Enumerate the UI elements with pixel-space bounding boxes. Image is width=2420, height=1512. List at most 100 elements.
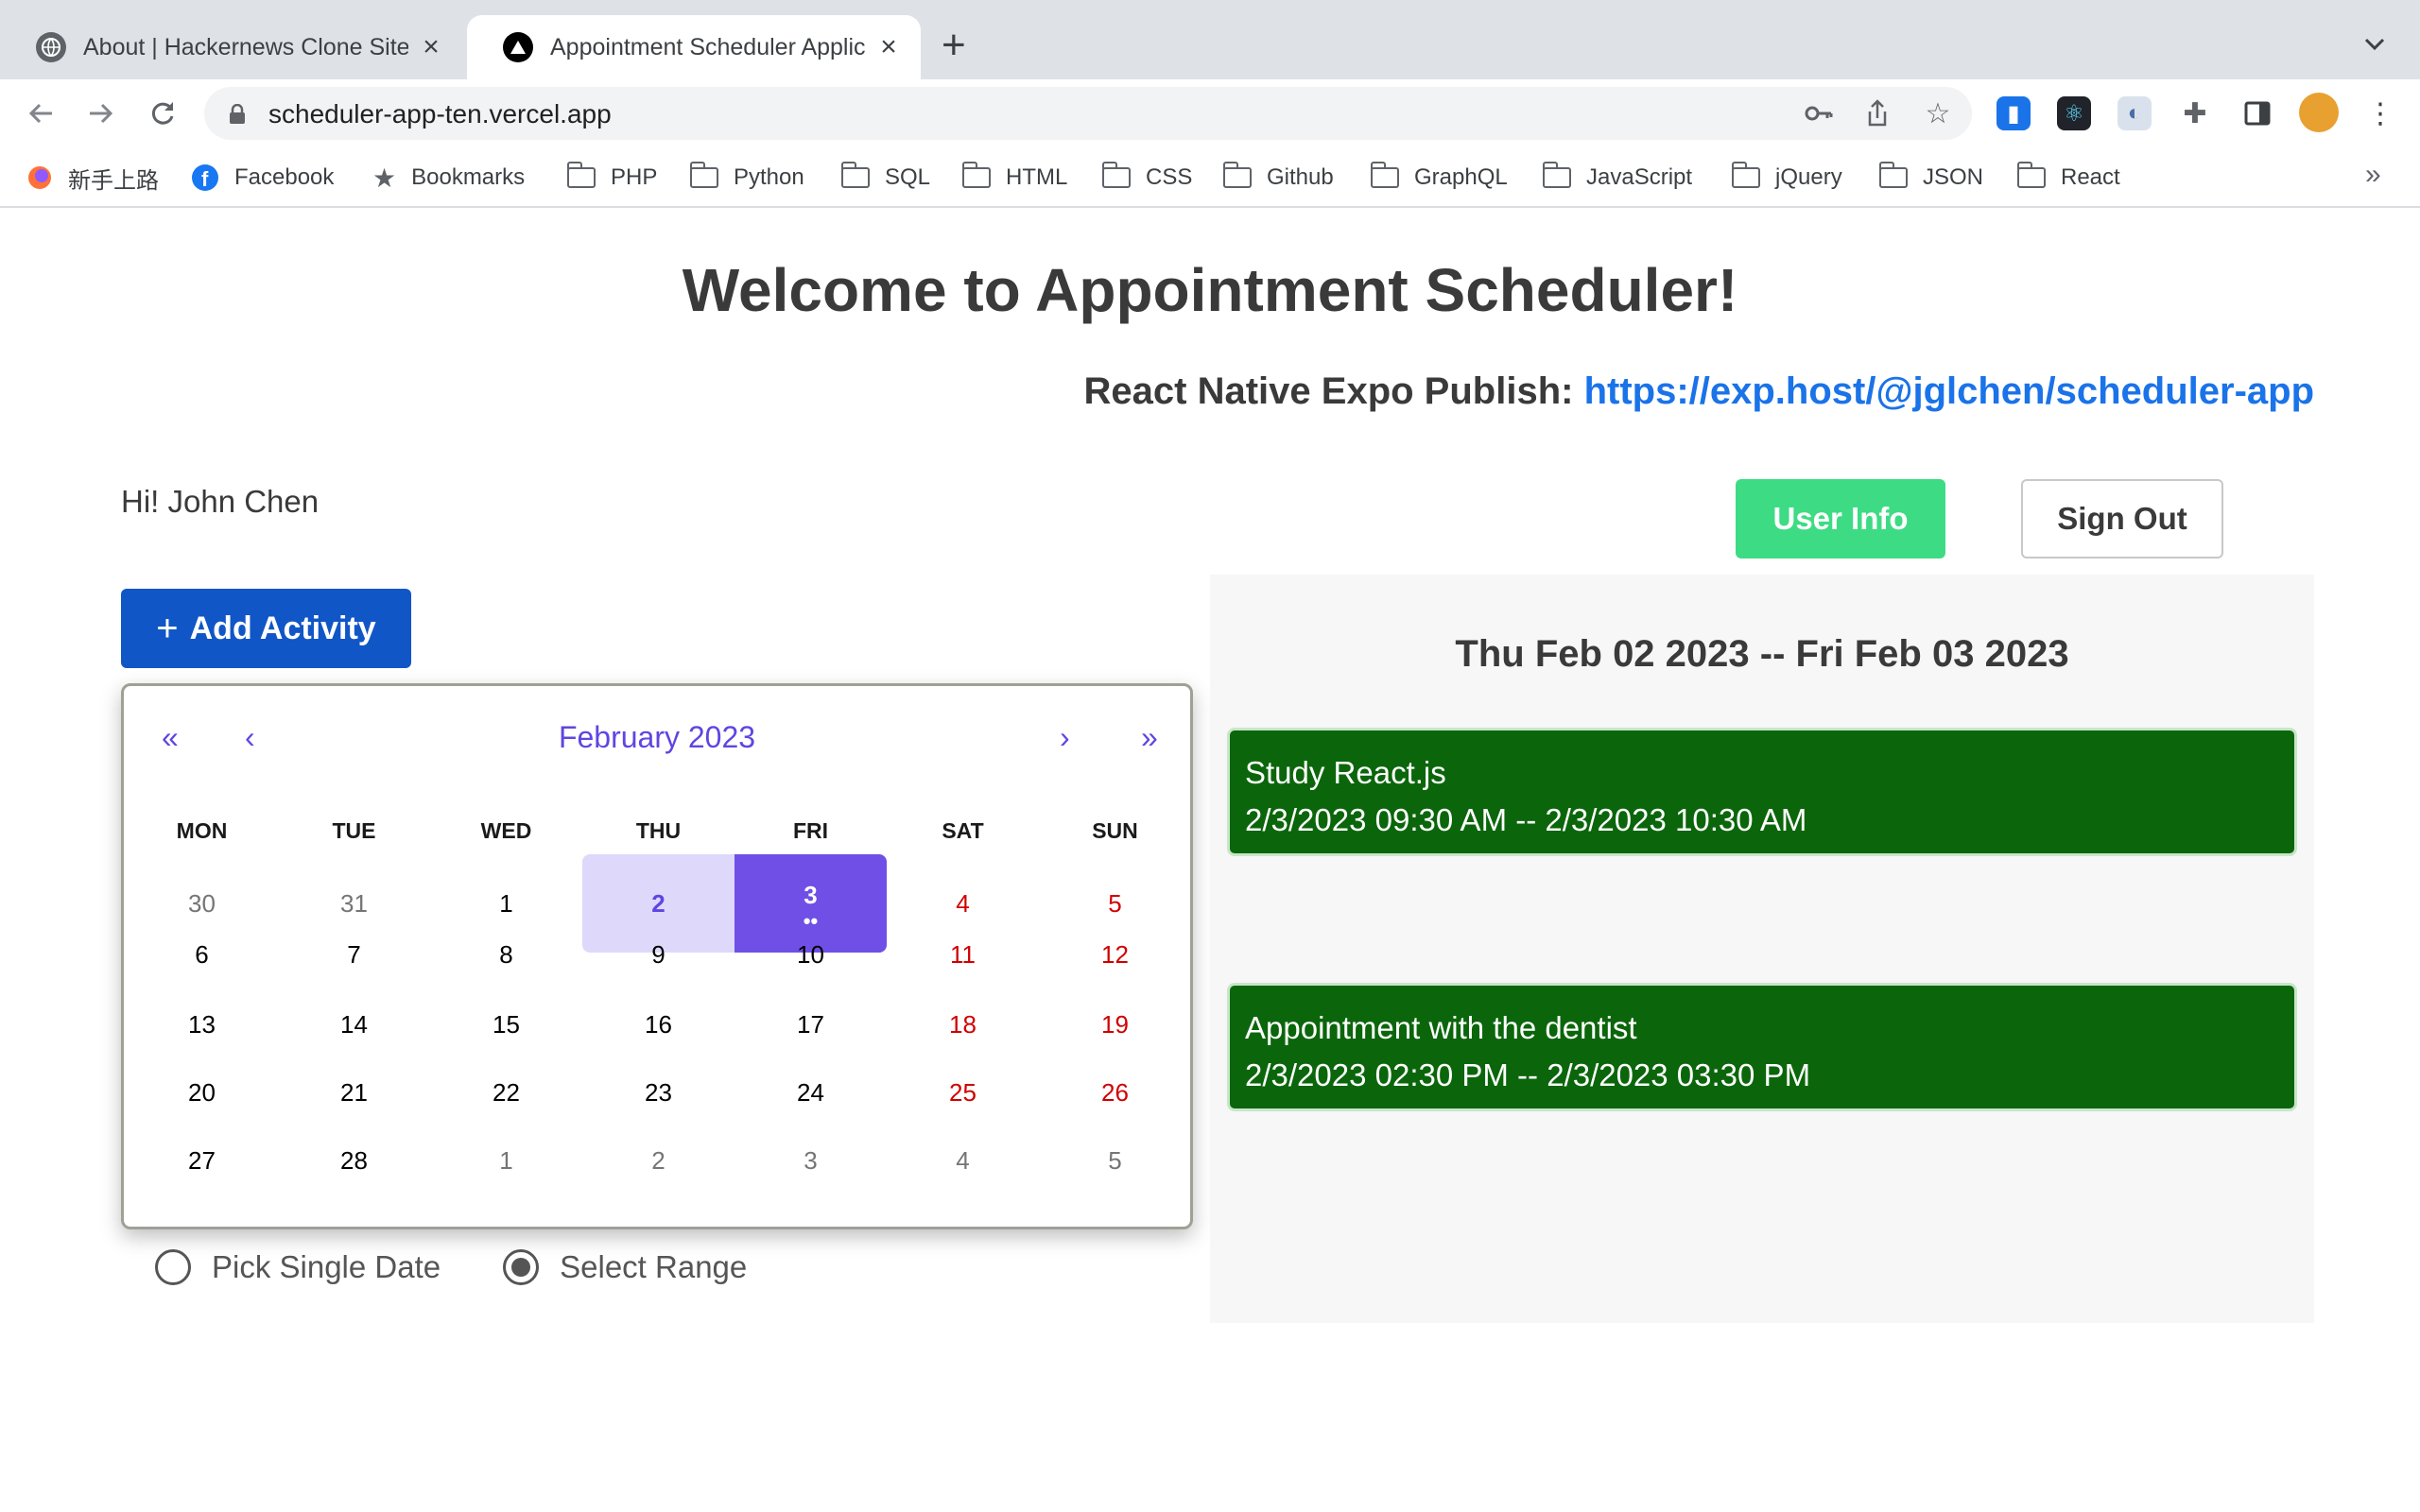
new-tab-button[interactable]: +	[942, 25, 966, 66]
tab-hackernews[interactable]: About | Hackernews Clone Site ×	[0, 15, 463, 79]
profile-avatar[interactable]	[2299, 93, 2339, 132]
url-text[interactable]: scheduler-app-ten.vercel.app	[268, 99, 612, 129]
calendar-day[interactable]: 20	[126, 1058, 278, 1126]
key-icon[interactable]	[1802, 96, 1836, 130]
bookmark-star-icon[interactable]: ☆	[1921, 96, 1955, 130]
calendar-day[interactable]: 10	[735, 920, 887, 988]
bookmark-item[interactable]: ★ Bookmarks	[372, 159, 525, 197]
bookmark-folder[interactable]: GraphQL	[1370, 159, 1508, 197]
calendar-day[interactable]: 11	[887, 920, 1039, 988]
bookmark-folder[interactable]: JavaScript	[1542, 159, 1692, 197]
tab-scheduler[interactable]: Appointment Scheduler Application ×	[467, 15, 921, 79]
bookmark-folder[interactable]: CSS	[1101, 159, 1192, 197]
bookmark-folder[interactable]: HTML	[961, 159, 1067, 197]
select-range-label[interactable]: Select Range	[560, 1249, 747, 1285]
bookmark-folder[interactable]: JSON	[1878, 159, 1983, 197]
calendar-day[interactable]: 23	[582, 1058, 735, 1126]
day-number: 19	[1101, 1009, 1129, 1039]
weekday-header: WED	[480, 818, 532, 843]
day-number: 12	[1101, 939, 1129, 969]
calendar-day[interactable]: 18	[887, 990, 1039, 1058]
tab-title: About | Hackernews Clone Site	[83, 33, 408, 60]
tab-strip: About | Hackernews Clone Site × Appointm…	[0, 0, 2420, 79]
calendar-day[interactable]: 25	[887, 1058, 1039, 1126]
close-tab-icon[interactable]: ×	[418, 31, 444, 63]
vercel-triangle-icon	[503, 32, 533, 62]
folder-icon	[961, 162, 991, 188]
next-month-button[interactable]: ›	[1060, 720, 1070, 755]
day-number: 2	[651, 888, 666, 918]
calendar-day[interactable]: 3	[735, 1126, 887, 1194]
day-number: 15	[493, 1009, 520, 1039]
calendar-day[interactable]: 1	[430, 1126, 582, 1194]
address-bar[interactable]: scheduler-app-ten.vercel.app ☆	[204, 87, 1972, 140]
date-mode-selector: Pick Single Date Select Range	[155, 1249, 747, 1285]
folder-icon	[566, 162, 596, 188]
event-card[interactable]: Study React.js 2/3/2023 09:30 AM -- 2/3/…	[1227, 728, 2297, 856]
calendar-day[interactable]: 12	[1039, 920, 1191, 988]
calendar-day[interactable]: 24	[735, 1058, 887, 1126]
puzzle-extensions-icon[interactable]: ✚	[2178, 96, 2212, 130]
calendar-day[interactable]: 7	[278, 920, 430, 988]
day-number: 11	[950, 939, 976, 969]
bookmark-item[interactable]: 新手上路	[26, 159, 159, 197]
sign-out-button[interactable]: Sign Out	[2021, 479, 2223, 558]
bookmark-folder[interactable]: jQuery	[1731, 159, 1842, 197]
calendar-day[interactable]: 4	[887, 1126, 1039, 1194]
calendar-day[interactable]: 16	[582, 990, 735, 1058]
bookmark-folder[interactable]: SQL	[840, 159, 930, 197]
calendar-day[interactable]: 13	[126, 990, 278, 1058]
close-tab-icon[interactable]: ×	[875, 31, 902, 63]
side-panel-icon[interactable]	[2240, 96, 2274, 130]
single-date-label[interactable]: Pick Single Date	[212, 1249, 441, 1285]
back-arrow-icon[interactable]	[21, 93, 62, 134]
calendar-day[interactable]: 15	[430, 990, 582, 1058]
event-card[interactable]: Appointment with the dentist 2/3/2023 02…	[1227, 983, 2297, 1111]
bookmarks-overflow-button[interactable]: »	[2365, 159, 2381, 191]
calendar-day[interactable]: 19	[1039, 990, 1191, 1058]
folder-icon	[2016, 162, 2046, 188]
day-number: 1	[499, 1145, 513, 1175]
calendar-day[interactable]: 6	[126, 920, 278, 988]
bookmark-folder[interactable]: React	[2016, 159, 2120, 197]
calendar-day[interactable]: 22	[430, 1058, 582, 1126]
day-number: 9	[651, 939, 666, 969]
calendar-day[interactable]: 26	[1039, 1058, 1191, 1126]
day-number: 4	[956, 1145, 970, 1175]
month-label[interactable]: February 2023	[124, 720, 1190, 755]
user-info-button[interactable]: User Info	[1736, 479, 1945, 558]
calendar-day[interactable]: 14	[278, 990, 430, 1058]
single-date-radio[interactable]	[155, 1249, 191, 1285]
forward-arrow-icon[interactable]	[79, 93, 121, 134]
day-number: 28	[340, 1145, 368, 1175]
select-range-radio[interactable]	[503, 1249, 540, 1285]
day-number: 5	[1108, 1145, 1122, 1175]
bookmark-folder[interactable]: Python	[689, 159, 804, 197]
calendar-day[interactable]: 2	[582, 1126, 735, 1194]
folder-icon	[689, 162, 718, 188]
calendar-day[interactable]: 5	[1039, 1126, 1191, 1194]
page-title: Welcome to Appointment Scheduler!	[682, 256, 1738, 324]
react-devtools-icon[interactable]: ⚛	[2057, 96, 2091, 130]
next-year-button[interactable]: »	[1141, 720, 1158, 755]
share-icon[interactable]	[1860, 96, 1894, 130]
bookmark-extension-icon[interactable]: ▮	[1996, 96, 2031, 130]
tab-search-chevron-icon[interactable]	[2363, 28, 2386, 59]
more-menu-icon[interactable]: ⋮	[2363, 96, 2397, 130]
day-number: 16	[645, 1009, 672, 1039]
calendar-day[interactable]: 21	[278, 1058, 430, 1126]
calendar-day[interactable]: 28	[278, 1126, 430, 1194]
day-number: 30	[188, 888, 216, 918]
calendar-day[interactable]: 9	[582, 920, 735, 988]
calendar-day[interactable]: 27	[126, 1126, 278, 1194]
lock-icon[interactable]	[229, 103, 246, 129]
calendar-day[interactable]: 17	[735, 990, 887, 1058]
bookmark-item[interactable]: f Facebook	[191, 159, 334, 197]
add-activity-button[interactable]: + Add Activity	[121, 589, 411, 668]
bookmark-folder[interactable]: PHP	[566, 159, 657, 197]
calendar-day[interactable]: 8	[430, 920, 582, 988]
reload-icon[interactable]	[142, 93, 183, 134]
extension-icon[interactable]: ◐	[2118, 96, 2152, 130]
expo-link[interactable]: https://exp.host/@jglchen/scheduler-app	[1584, 370, 2314, 412]
bookmark-folder[interactable]: Github	[1222, 159, 1334, 197]
